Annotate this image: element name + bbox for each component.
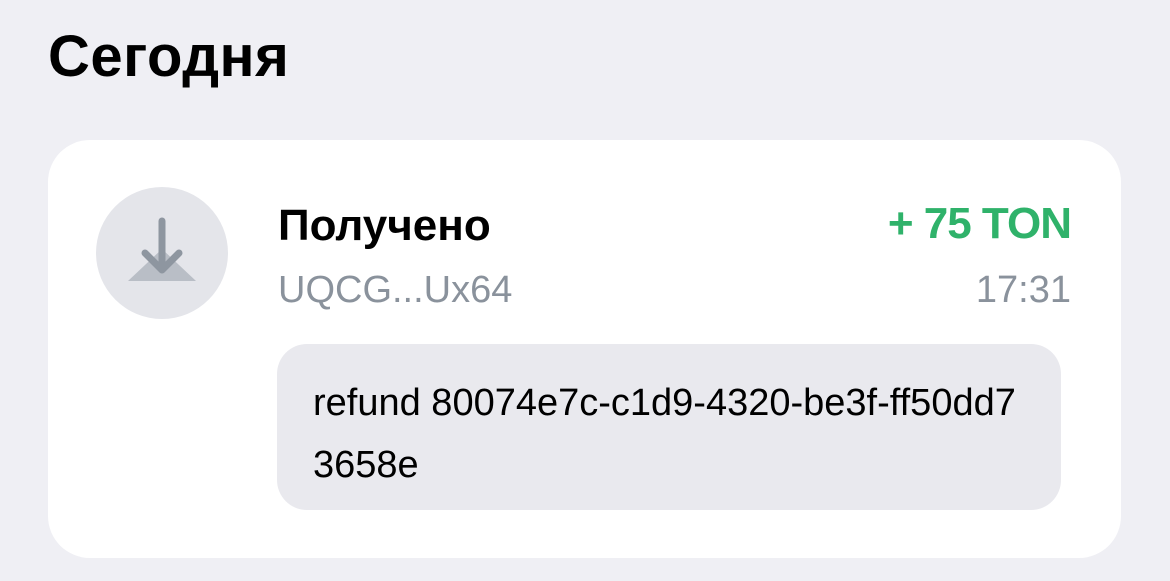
- transaction-type: Получено: [278, 201, 491, 250]
- transaction-time: 17:31: [975, 269, 1071, 311]
- download-arrow-icon: [128, 217, 196, 281]
- transaction-comment: refund 80074e7c-c1d9-4320-be3f-ff50dd736…: [277, 344, 1061, 510]
- transaction-card[interactable]: Получено UQCG...Ux64 + 75 TON 17:31 refu…: [48, 140, 1121, 558]
- sender-address: UQCG...Ux64: [278, 269, 513, 311]
- section-title: Сегодня: [48, 24, 290, 89]
- transaction-amount: + 75 TON: [887, 199, 1072, 248]
- received-icon-badge: [96, 187, 228, 319]
